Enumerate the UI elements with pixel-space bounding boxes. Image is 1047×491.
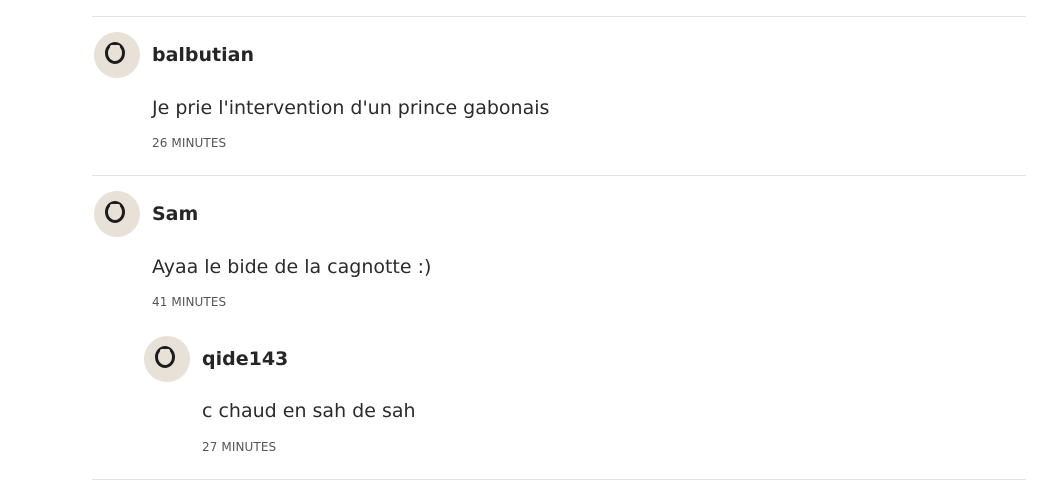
comment-text: Ayaa le bide de la cagnotte :) [152, 256, 432, 278]
user-avatar-icon [155, 346, 175, 368]
user-avatar-icon [105, 42, 125, 64]
reply-timestamp: 27 MINUTES [202, 440, 277, 454]
comment-username[interactable]: balbutian [152, 44, 254, 66]
divider [92, 16, 1026, 17]
avatar[interactable] [144, 336, 190, 382]
reply-username[interactable]: qide143 [202, 348, 288, 370]
user-avatar-icon [105, 201, 125, 223]
comment-feed: balbutian Je prie l'intervention d'un pr… [0, 0, 1047, 491]
comment-username[interactable]: Sam [152, 203, 198, 225]
divider [92, 479, 1026, 480]
divider [92, 175, 1026, 176]
comment-timestamp: 26 MINUTES [152, 136, 227, 150]
reply-text: c chaud en sah de sah [202, 400, 416, 422]
comment-timestamp: 41 MINUTES [152, 295, 227, 309]
avatar[interactable] [94, 191, 140, 237]
comment-text: Je prie l'intervention d'un prince gabon… [152, 97, 550, 119]
avatar[interactable] [94, 32, 140, 78]
